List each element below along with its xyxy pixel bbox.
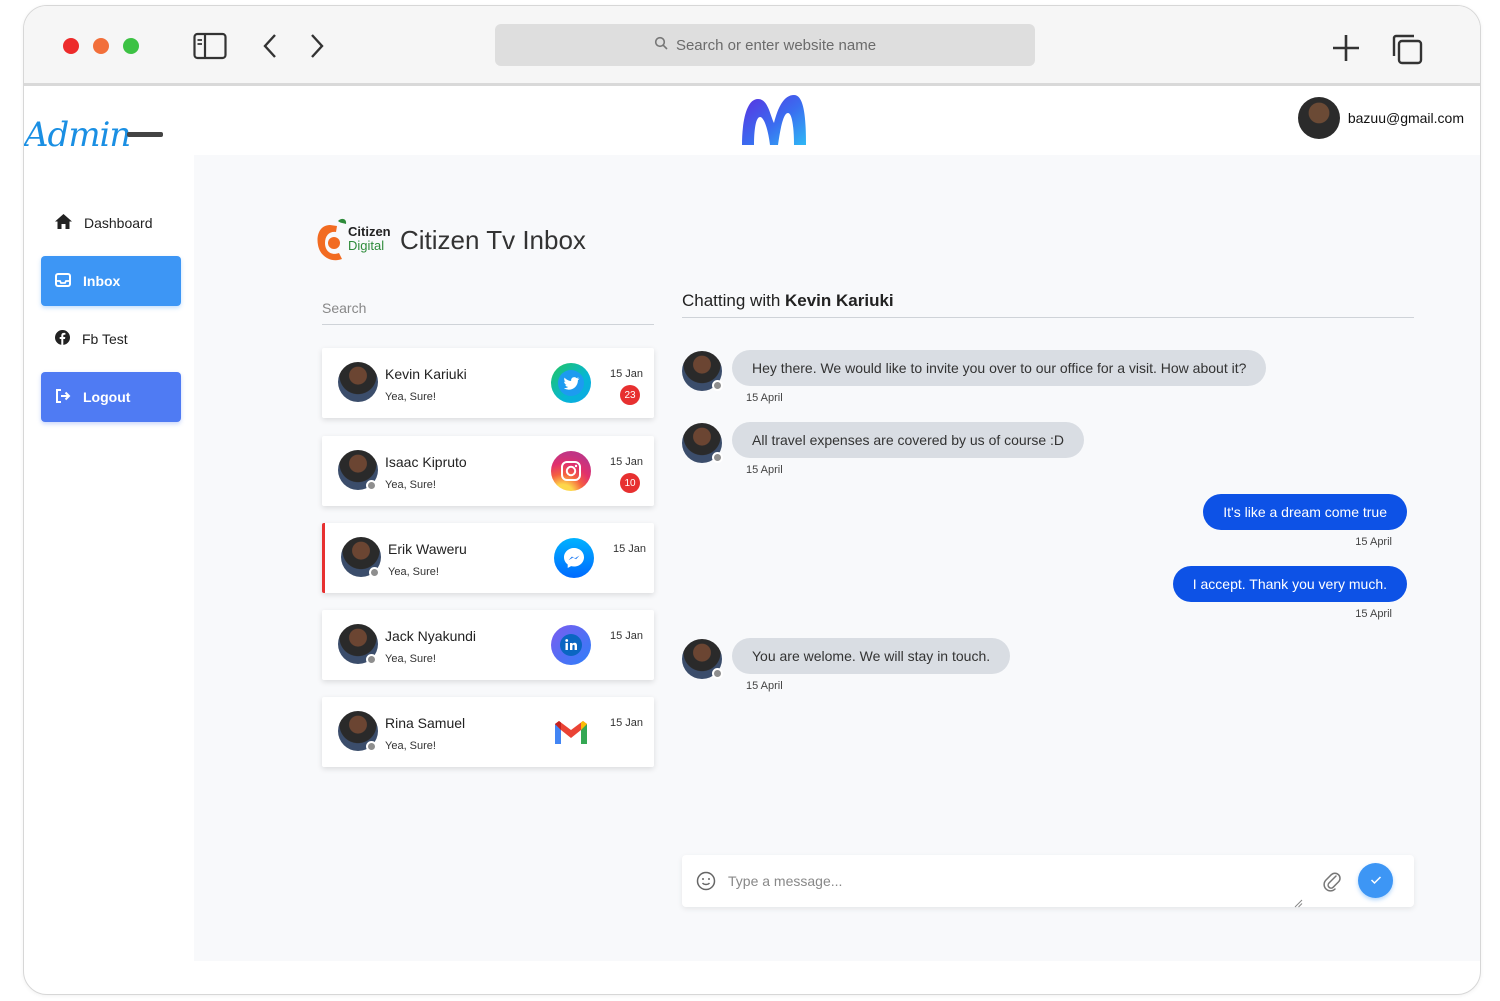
message-time: 15 April bbox=[746, 464, 783, 476]
sidebar-item-fb-test[interactable]: Fb Test bbox=[41, 314, 181, 364]
new-tab-icon[interactable] bbox=[1330, 32, 1362, 64]
sidebar-item-inbox[interactable]: Inbox bbox=[41, 256, 181, 306]
app-logo[interactable] bbox=[740, 93, 808, 152]
page-title: Citizen Tv Inbox bbox=[400, 224, 586, 255]
maximize-window-button[interactable] bbox=[123, 38, 139, 54]
conversation-name: Jack Nyakundi bbox=[385, 628, 477, 644]
attachment-icon[interactable] bbox=[1323, 870, 1341, 897]
facebook-icon bbox=[55, 330, 70, 348]
conversation-item-erik-waweru[interactable]: Erik Waweru Yea, Sure! 15 Jan bbox=[322, 523, 654, 593]
home-icon bbox=[55, 214, 72, 232]
conversation-date: 15 Jan bbox=[613, 543, 647, 555]
conversation-search bbox=[322, 293, 654, 325]
close-window-button[interactable] bbox=[63, 38, 79, 54]
message-time: 15 April bbox=[746, 392, 783, 404]
forward-arrow-icon[interactable] bbox=[307, 32, 327, 60]
sidebar-item-label: Dashboard bbox=[84, 215, 153, 231]
logout-icon bbox=[55, 388, 71, 406]
message-composer bbox=[682, 855, 1414, 908]
admin-brand-logo: Admin bbox=[24, 115, 131, 155]
message-bubble-outgoing: It's like a dream come true bbox=[1203, 494, 1407, 530]
sidebar-item-label: Logout bbox=[83, 389, 131, 405]
logo-text-digital: Digital bbox=[348, 238, 385, 253]
conversation-date: 15 Jan bbox=[610, 630, 644, 642]
back-arrow-icon[interactable] bbox=[260, 32, 280, 60]
inbox-title-block: Citizen Digital Citizen Tv Inbox bbox=[316, 215, 586, 265]
sidebar-item-dashboard[interactable]: Dashboard bbox=[41, 198, 181, 248]
logo-text-citizen: Citizen bbox=[348, 224, 391, 239]
twitter-icon bbox=[551, 363, 591, 403]
linkedin-icon bbox=[551, 625, 591, 665]
sidebar-item-logout[interactable]: Logout bbox=[41, 372, 181, 422]
conversation-name: Isaac Kipruto bbox=[385, 454, 467, 470]
minimize-window-button[interactable] bbox=[93, 38, 109, 54]
browser-toolbar: Search or enter website name bbox=[24, 6, 1480, 86]
status-indicator bbox=[366, 741, 377, 752]
user-avatar[interactable] bbox=[1297, 97, 1340, 139]
instagram-icon bbox=[551, 451, 591, 491]
chat-contact-name: Kevin Kariuki bbox=[785, 291, 894, 310]
conversation-preview: Yea, Sure! bbox=[385, 653, 436, 665]
conversation-preview: Yea, Sure! bbox=[385, 391, 436, 403]
conversation-preview: Yea, Sure! bbox=[388, 566, 439, 578]
gmail-icon bbox=[551, 712, 591, 752]
conversation-date: 15 Jan bbox=[610, 368, 644, 380]
conversation-item-isaac-kipruto[interactable]: Isaac Kipruto Yea, Sure! 15 Jan 10 bbox=[322, 436, 654, 506]
message-input[interactable] bbox=[728, 867, 1288, 895]
conversation-item-rina-samuel[interactable]: Rina Samuel Yea, Sure! 15 Jan bbox=[322, 697, 654, 767]
citizen-digital-logo: Citizen Digital bbox=[316, 215, 394, 265]
message-time: 15 April bbox=[1355, 536, 1392, 548]
app-header: Admin bazuu@gmail.com bbox=[24, 89, 1480, 155]
brand-underline-decoration bbox=[127, 132, 163, 137]
message-bubble-incoming: You are welome. We will stay in touch. bbox=[732, 638, 1011, 674]
status-indicator bbox=[366, 480, 377, 491]
user-profile[interactable]: bazuu@gmail.com bbox=[1297, 97, 1464, 139]
message-bubble-incoming: Hey there. We would like to invite you o… bbox=[732, 350, 1267, 386]
main-content: Dashboard Inbox Fb Test Logout Citizen D… bbox=[24, 155, 1480, 961]
message-bubble-outgoing: I accept. Thank you very much. bbox=[1172, 566, 1407, 602]
conversation-name: Kevin Kariuki bbox=[385, 366, 467, 382]
chat-header: Chatting with Kevin Kariuki bbox=[682, 291, 1414, 318]
message-time: 15 April bbox=[746, 680, 783, 692]
status-indicator bbox=[712, 452, 723, 463]
tabs-overview-icon[interactable] bbox=[1390, 32, 1424, 66]
user-email: bazuu@gmail.com bbox=[1347, 110, 1464, 126]
conversation-date: 15 Jan bbox=[610, 456, 644, 468]
sidebar-item-label: Fb Test bbox=[82, 331, 128, 347]
message-time: 15 April bbox=[1355, 608, 1392, 620]
check-icon bbox=[1370, 872, 1382, 890]
browser-window: Search or enter website name Admin bazuu… bbox=[23, 5, 1481, 995]
inbox-icon bbox=[55, 272, 71, 290]
conversation-item-kevin-kariuki[interactable]: Kevin Kariuki Yea, Sure! 15 Jan 23 bbox=[322, 348, 654, 418]
send-button[interactable] bbox=[1358, 863, 1393, 898]
conversation-preview: Yea, Sure! bbox=[385, 479, 436, 491]
conversation-item-jack-nyakundi[interactable]: Jack Nyakundi Yea, Sure! 15 Jan bbox=[322, 610, 654, 680]
conversation-name: Rina Samuel bbox=[385, 715, 466, 731]
unread-badge: 23 bbox=[620, 385, 640, 405]
conversation-name: Erik Waweru bbox=[388, 541, 467, 557]
conversation-preview: Yea, Sure! bbox=[385, 740, 436, 752]
search-icon bbox=[654, 36, 668, 54]
avatar bbox=[338, 362, 378, 402]
resize-handle-icon[interactable] bbox=[1294, 895, 1303, 913]
sidebar-item-label: Inbox bbox=[83, 273, 121, 289]
address-bar-placeholder: Search or enter website name bbox=[675, 36, 877, 54]
unread-badge: 10 bbox=[620, 473, 640, 493]
chat-header-prefix: Chatting with bbox=[682, 291, 785, 310]
address-bar[interactable]: Search or enter website name bbox=[495, 24, 1035, 66]
status-indicator bbox=[369, 567, 380, 578]
messenger-icon bbox=[554, 538, 594, 578]
status-indicator bbox=[712, 380, 723, 391]
conversation-date: 15 Jan bbox=[610, 717, 644, 729]
sidebar-toggle-icon[interactable] bbox=[193, 32, 227, 60]
sidebar: Dashboard Inbox Fb Test Logout bbox=[24, 155, 194, 961]
emoji-icon[interactable] bbox=[696, 871, 716, 896]
message-bubble-incoming: All travel expenses are covered by us of… bbox=[732, 422, 1085, 458]
status-indicator bbox=[712, 668, 723, 679]
status-indicator bbox=[366, 654, 377, 665]
search-input[interactable] bbox=[322, 293, 654, 323]
